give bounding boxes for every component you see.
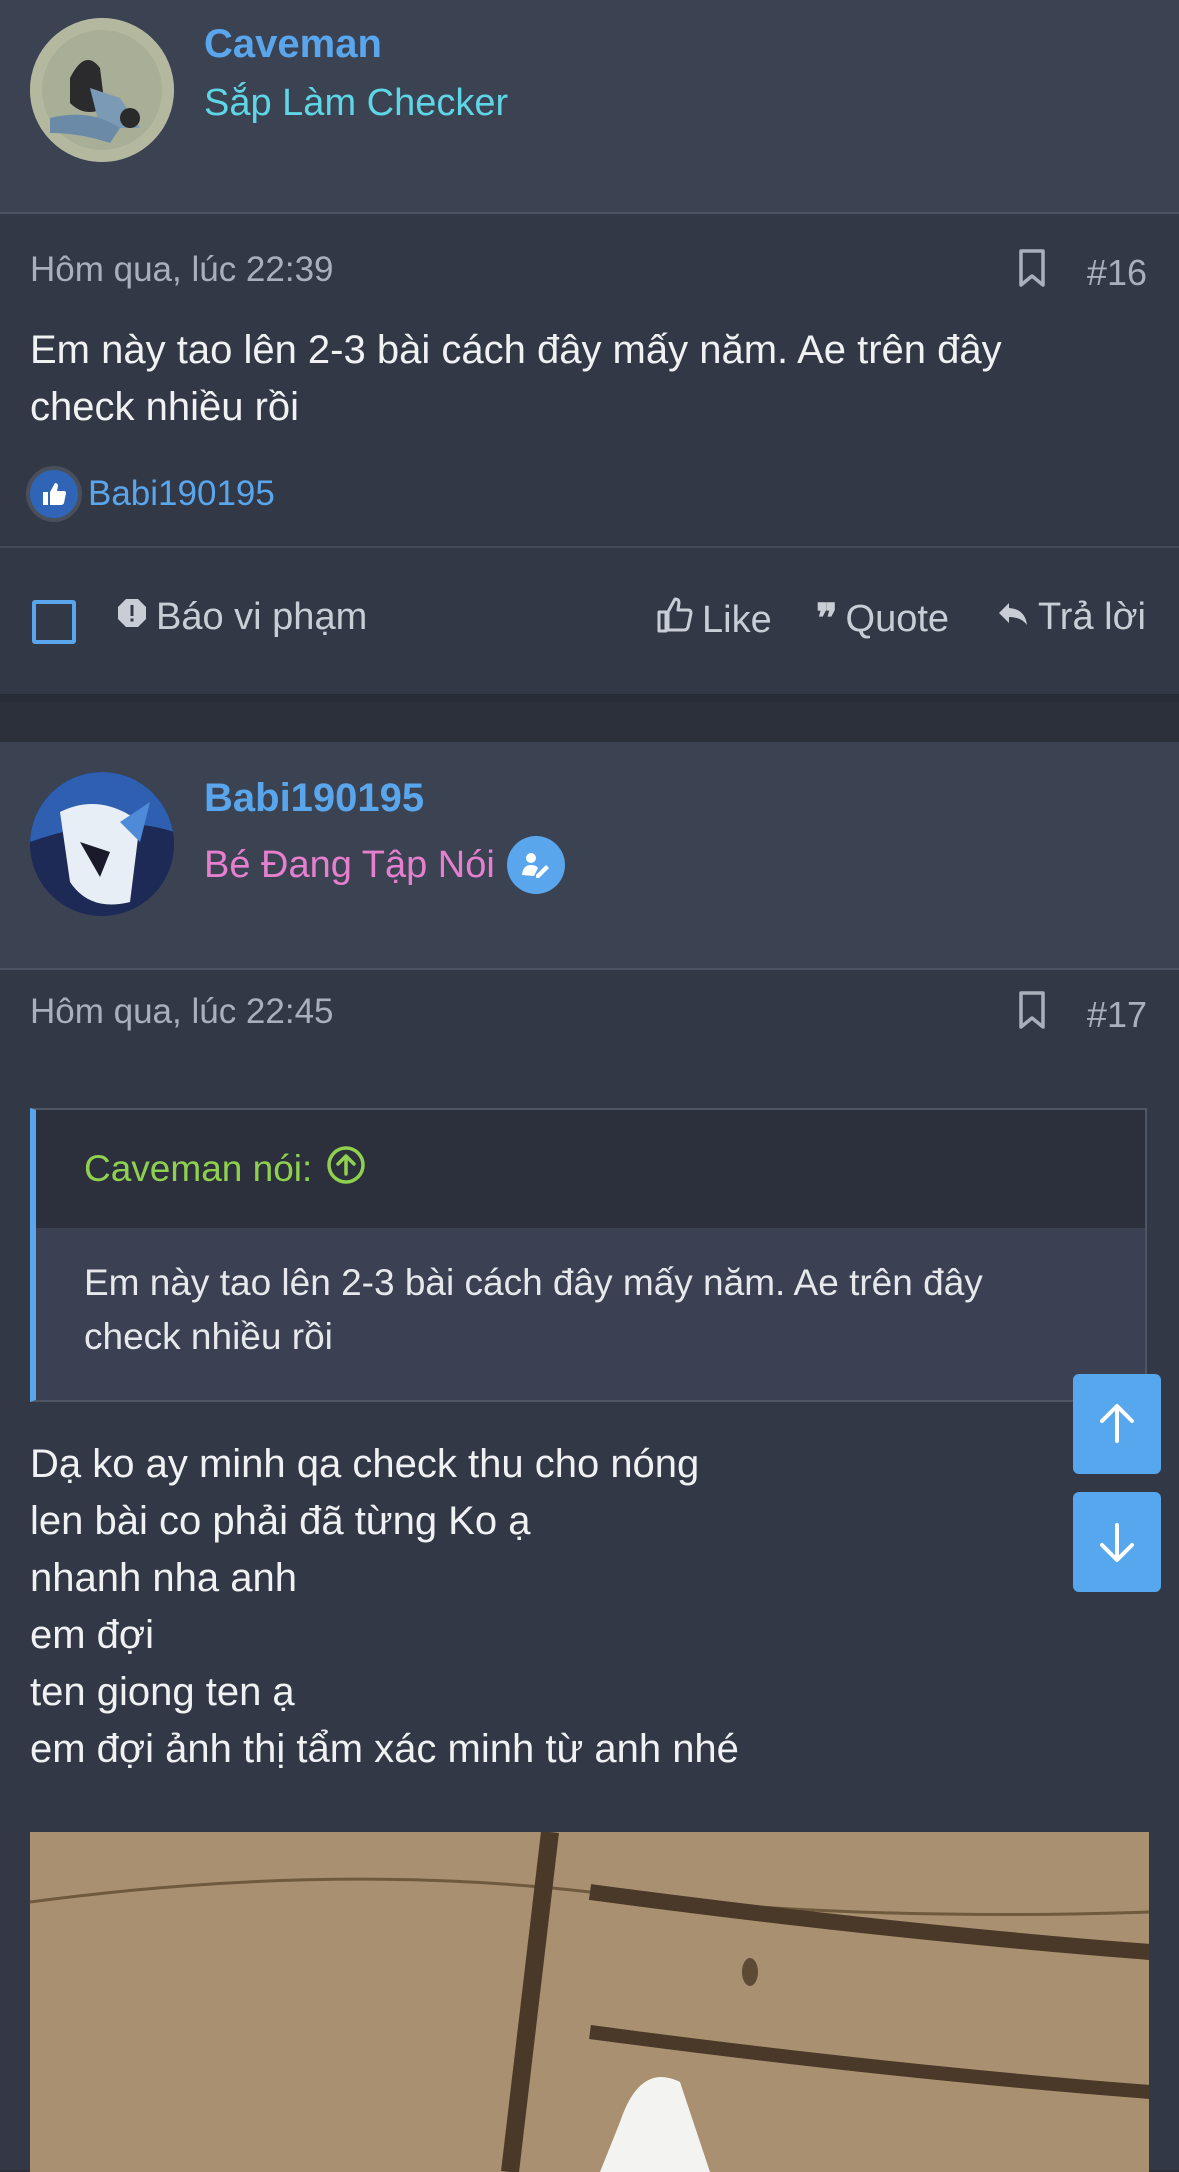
- quote-icon: ❞: [816, 597, 838, 641]
- reaction-summary[interactable]: Babi190195: [26, 466, 275, 522]
- post-meta-right: #16: [1017, 248, 1147, 297]
- quote-button[interactable]: ❞ Quote: [816, 596, 949, 642]
- quote-line: Em này tao lên 2-3 bài cách đây mấy năm.…: [84, 1262, 983, 1303]
- post-body: Hôm qua, lúc 22:39 #16 Em này tao lên 2-…: [0, 214, 1179, 548]
- reply-icon: [996, 596, 1030, 639]
- post-meta-right: #17: [1017, 990, 1147, 1039]
- quote-block: Caveman nói: Em này tao lên 2-3 bài cách…: [30, 1108, 1147, 1402]
- scroll-to-top-button[interactable]: [1073, 1374, 1161, 1474]
- report-label: Báo vi phạm: [156, 596, 368, 638]
- like-reaction-icon: [26, 466, 82, 522]
- user-title: Bé Đang Tập Nói: [204, 836, 565, 894]
- message-line: check nhiều rồi: [30, 385, 300, 429]
- post-16: Caveman Sắp Làm Checker Hôm qua, lúc 22:…: [0, 0, 1179, 702]
- quote-label: Quote: [845, 597, 950, 640]
- message-line: Em này tao lên 2-3 bài cách đây mấy năm.…: [30, 328, 1002, 372]
- scroll-to-bottom-button[interactable]: [1073, 1492, 1161, 1592]
- report-button[interactable]: Báo vi phạm: [116, 596, 367, 639]
- user-title: Sắp Làm Checker: [204, 82, 509, 124]
- post-date[interactable]: Hôm qua, lúc 22:45: [30, 992, 334, 1032]
- message-line: nhanh nha anh: [30, 1556, 297, 1600]
- message-line: ten giong ten ạ: [30, 1670, 295, 1714]
- user-edit-badge-icon: [506, 836, 565, 894]
- post-number[interactable]: #17: [1087, 994, 1147, 1036]
- thumbs-up-icon: [656, 596, 694, 644]
- post-username[interactable]: Babi190195: [204, 776, 424, 821]
- arrow-up-circle-icon[interactable]: [326, 1145, 366, 1194]
- bookmark-icon[interactable]: [1017, 248, 1047, 297]
- arrow-down-icon: [1100, 1523, 1134, 1562]
- post-number[interactable]: #16: [1087, 252, 1147, 294]
- message-line: len bài co phải đã từng Ko ạ: [30, 1499, 531, 1543]
- report-icon: [116, 596, 148, 639]
- reply-button[interactable]: Trả lời: [996, 596, 1146, 639]
- reply-label: Trả lời: [1038, 596, 1146, 638]
- avatar[interactable]: [30, 772, 174, 916]
- arrow-up-icon: [1100, 1404, 1134, 1443]
- reaction-user[interactable]: Babi190195: [88, 474, 275, 514]
- post-actions-bar: Báo vi phạm Like ❞ Quote Trả lời: [0, 546, 1179, 702]
- post-username[interactable]: Caveman: [204, 22, 382, 67]
- quote-header[interactable]: Caveman nói:: [36, 1110, 1145, 1228]
- bookmark-icon[interactable]: [1017, 990, 1047, 1039]
- message-line: Dạ ko ay minh qa check thu cho nóng: [30, 1442, 700, 1486]
- avatar[interactable]: [30, 18, 174, 162]
- post-author-header: Babi190195 Bé Đang Tập Nói: [0, 742, 1179, 970]
- like-button[interactable]: Like: [656, 596, 772, 644]
- post-message: Em này tao lên 2-3 bài cách đây mấy năm.…: [30, 322, 1119, 436]
- attached-image[interactable]: [30, 1832, 1149, 2172]
- message-line: em đợi ảnh thị tẩm xác minh từ anh nhé: [30, 1727, 739, 1771]
- like-label: Like: [702, 598, 772, 641]
- quote-author: Caveman nói:: [84, 1148, 313, 1189]
- post-author-header: Caveman Sắp Làm Checker: [0, 0, 1179, 214]
- select-post-checkbox[interactable]: [32, 600, 76, 644]
- quote-content: Em này tao lên 2-3 bài cách đây mấy năm.…: [36, 1228, 1145, 1400]
- quote-line: check nhiều rồi: [84, 1316, 333, 1357]
- user-title-text: Bé Đang Tập Nói: [204, 843, 495, 886]
- post-message: Dạ ko ay minh qa check thu cho nóng len …: [30, 1436, 1119, 1778]
- message-line: em đợi: [30, 1613, 155, 1657]
- post-date[interactable]: Hôm qua, lúc 22:39: [30, 250, 334, 290]
